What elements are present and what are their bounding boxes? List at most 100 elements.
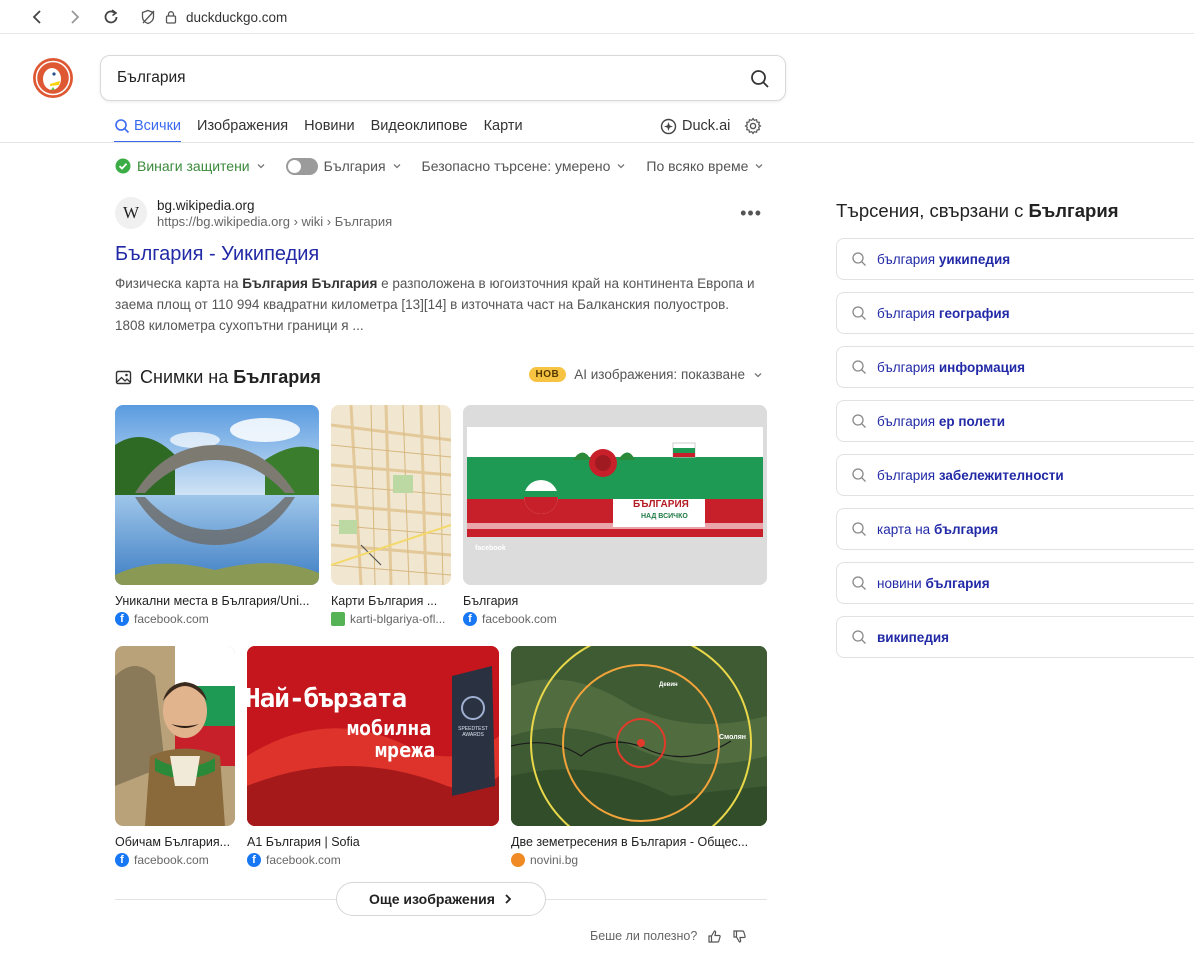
chevron-down-icon (754, 372, 762, 377)
related-title-prefix: Търсения, свързани с (836, 200, 1029, 221)
images-heading[interactable]: Снимки на България (115, 367, 321, 388)
image-tile[interactable]: Смолян Девин Две земетресения в България… (511, 646, 767, 867)
image-icon (115, 370, 132, 384)
browser-toolbar: duckduckgo.com (0, 0, 1194, 34)
related-text: българия (877, 359, 936, 375)
back-arrow-icon (32, 10, 41, 24)
image-thumbnail[interactable]: Смолян Девин (511, 646, 767, 826)
related-searches-title: Търсения, свързани с България (836, 200, 1119, 222)
related-search-item[interactable]: българия ер полети (836, 400, 1194, 442)
facebook-icon: f (115, 853, 129, 867)
image-source-text: facebook.com (134, 853, 209, 867)
tabs-divider (0, 142, 1194, 143)
ad-headline-line3: мрежа (375, 738, 436, 762)
related-search-item[interactable]: карта на българия (836, 508, 1194, 550)
image-tile[interactable]: Обичам България... f facebook.com (115, 646, 235, 867)
reload-icon (104, 9, 118, 24)
ad-headline-line2: мобилна (347, 716, 432, 740)
image-tile[interactable]: Карти България ... karti-blgariya-ofl... (331, 405, 451, 626)
image-caption: Обичам България... (115, 835, 231, 849)
back-button[interactable] (24, 4, 50, 30)
chevron-down-icon (393, 164, 400, 169)
tab-all[interactable]: Всички (114, 110, 182, 143)
image-source: f facebook.com (247, 853, 499, 867)
related-search-item[interactable]: българия информация (836, 346, 1194, 388)
related-search-item[interactable]: българия забележителности (836, 454, 1194, 496)
result-snippet: Физическа карта на България България е р… (115, 273, 755, 336)
forward-button[interactable] (62, 4, 88, 30)
duck-ai-button[interactable]: Duck.ai (660, 118, 730, 135)
time-label: По всяко време (646, 158, 749, 174)
related-text-bold: информация (938, 359, 1026, 375)
forward-arrow-icon (71, 10, 80, 24)
chevron-down-icon (755, 164, 763, 169)
image-tile[interactable]: Най-бързата мобилна мрежа SPEEDTEST AWAR… (247, 646, 499, 867)
ad-award-text: SPEEDTEST AWARDS (458, 726, 488, 738)
image-thumbnail[interactable]: Най-бързата мобилна мрежа SPEEDTEST AWAR… (247, 646, 499, 826)
image-thumbnail[interactable] (331, 405, 451, 585)
ad-headline-line1: Най-бързата (247, 684, 407, 714)
map-label-smolyan: Смолян (719, 734, 747, 741)
new-badge: НОВ (528, 367, 567, 382)
image-tile[interactable]: БЪЛГАРИЯ НАД ВСИЧКО facebook България ff… (463, 405, 767, 626)
image-caption: Две земетресения в България - Общес... (511, 835, 749, 849)
wikipedia-favicon-icon: W (115, 197, 147, 229)
related-title-bold: България (1028, 200, 1119, 221)
image-source: f facebook.com (463, 612, 767, 626)
image-thumbnail[interactable] (115, 646, 235, 826)
search-icon (852, 576, 866, 590)
tab-images[interactable]: Изображения (197, 110, 288, 142)
city-map-image (331, 405, 451, 585)
banner-subtitle: НАД ВСИЧКО (641, 513, 688, 520)
related-text-bold: география (938, 305, 1010, 321)
novini-site-icon (511, 853, 525, 867)
time-filter[interactable]: По всяко време (646, 158, 764, 174)
thumbs-up-icon[interactable] (707, 929, 722, 944)
search-icon (852, 306, 866, 320)
protection-filter[interactable]: Винаги защитени (115, 158, 266, 174)
address-bar[interactable]: duckduckgo.com (140, 5, 287, 29)
search-icon[interactable] (749, 68, 771, 90)
map-label-devin: Девин (659, 682, 678, 688)
tab-maps[interactable]: Карти (484, 110, 523, 142)
snippet-text: Физическа карта на (115, 276, 243, 291)
image-source: f facebook.com (115, 853, 235, 867)
search-icon (852, 414, 866, 428)
search-icon (852, 522, 866, 536)
image-caption: България (463, 594, 519, 608)
duckduckgo-logo[interactable] (32, 57, 74, 99)
related-search-item[interactable]: новини българия (836, 562, 1194, 604)
related-search-item[interactable]: българия география (836, 292, 1194, 334)
related-search-item[interactable]: википедия (836, 616, 1194, 658)
related-text-bold: уикипедия (938, 251, 1011, 267)
image-source: f facebook.com (115, 612, 319, 626)
ai-images-toggle[interactable]: НОВ AI изображения: показване (528, 367, 763, 382)
tab-news[interactable]: Новини (304, 110, 354, 142)
related-search-item[interactable]: българия уикипедия (836, 238, 1194, 280)
region-toggle[interactable] (285, 157, 318, 175)
bridge-reflection-image (115, 405, 319, 585)
more-options-icon[interactable]: ••• (740, 203, 762, 224)
result-title-link[interactable]: България - Уикипедия (115, 241, 770, 267)
more-images-button[interactable]: Още изображения (336, 882, 546, 916)
image-source: karti-blgariya-ofl... (331, 612, 451, 626)
map-site-icon (331, 612, 345, 626)
settings-gear-icon[interactable] (744, 117, 762, 135)
facebook-icon: f (463, 612, 477, 626)
image-thumbnail[interactable]: БЪЛГАРИЯ НАД ВСИЧКО facebook (463, 405, 767, 585)
image-tile[interactable]: Уникални места в България/Uni... f facebo… (115, 405, 319, 626)
tab-videos[interactable]: Видеоклипове (371, 110, 468, 142)
image-caption: Карти България ... (331, 594, 438, 608)
region-label: България (323, 158, 386, 174)
tab-label: Изображения (197, 118, 289, 134)
thumbs-down-icon[interactable] (732, 929, 747, 944)
image-thumbnail[interactable] (115, 405, 319, 585)
reload-button[interactable] (98, 4, 124, 30)
safe-search-filter[interactable]: Безопасно търсене: умерено (422, 158, 627, 174)
search-result: W bg.wikipedia.org https://bg.wikipedia.… (115, 195, 770, 336)
related-text-bold: българия (933, 521, 999, 537)
search-input[interactable] (117, 67, 717, 89)
result-source[interactable]: W bg.wikipedia.org https://bg.wikipedia.… (115, 195, 770, 231)
image-source-text: novini.bg (530, 853, 579, 867)
region-filter[interactable]: България (285, 157, 402, 175)
